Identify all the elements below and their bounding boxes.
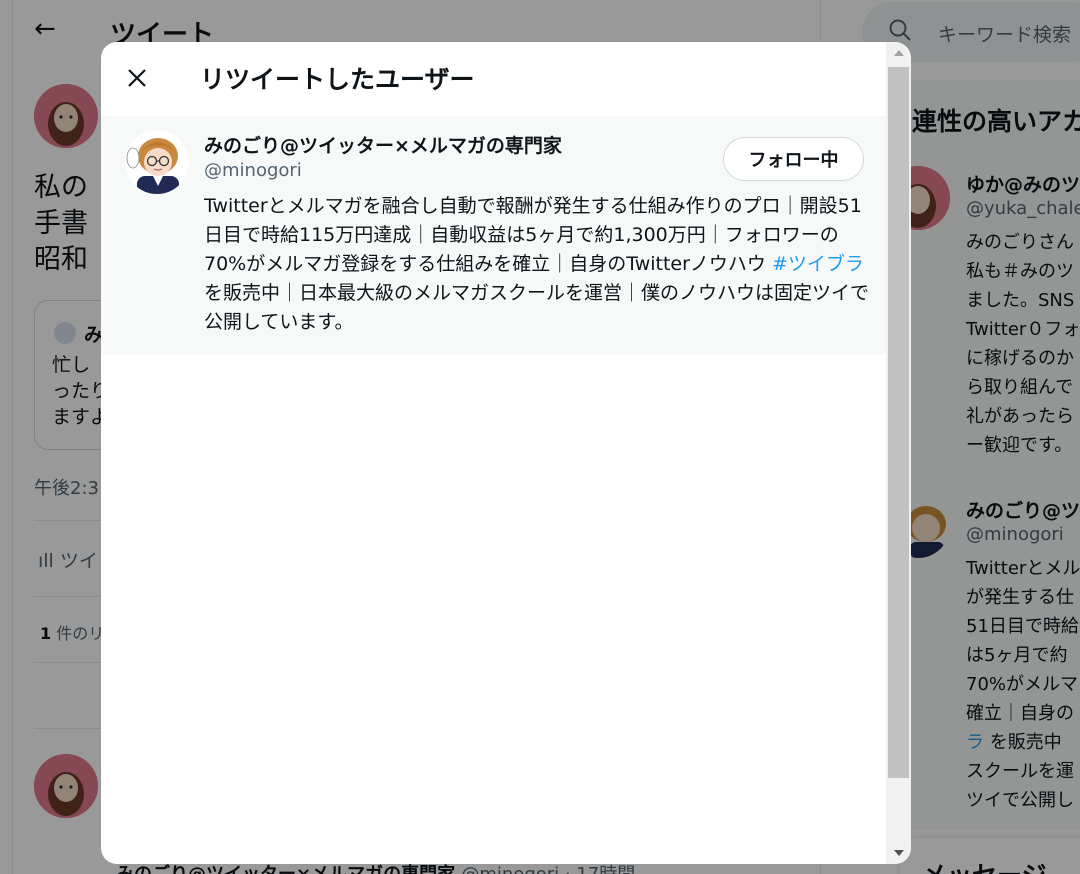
user-cell[interactable]: みのごり@ツイッター×メルマガの専門家 @minogori フォロー中 Twit… xyxy=(101,116,886,354)
scroll-down-arrow-icon[interactable] xyxy=(894,850,904,856)
user-handle[interactable]: @minogori xyxy=(204,160,302,181)
dialog-title: リツイートしたユーザー xyxy=(200,65,475,94)
user-display-name[interactable]: みのごり@ツイッター×メルマガの専門家 xyxy=(204,131,562,158)
close-button[interactable] xyxy=(121,62,153,94)
user-bio: Twitterとメルマガを融合し自動で報酬が発生する仕組み作りのプロ｜開設51日… xyxy=(204,192,870,337)
bio-text: を販売中｜日本最大級のメルマガスクールを運営｜僕のノウハウは固定ツイで公開してい… xyxy=(204,282,870,333)
bio-text: Twitterとメルマガを融合し自動で報酬が発生する仕組み作りのプロ｜開設51日… xyxy=(204,195,862,275)
user-avatar[interactable] xyxy=(125,130,189,194)
close-icon xyxy=(128,69,146,87)
scroll-up-arrow-icon[interactable] xyxy=(894,50,904,56)
hashtag-link[interactable]: #ツイブラ xyxy=(772,253,864,275)
following-button[interactable]: フォロー中 xyxy=(723,137,864,181)
scrollbar[interactable] xyxy=(886,42,911,864)
retweeters-dialog: リツイートしたユーザー みのごり@ツイッター×メルマガの専門家 @minogor… xyxy=(101,42,911,864)
scrollbar-thumb[interactable] xyxy=(888,67,909,778)
